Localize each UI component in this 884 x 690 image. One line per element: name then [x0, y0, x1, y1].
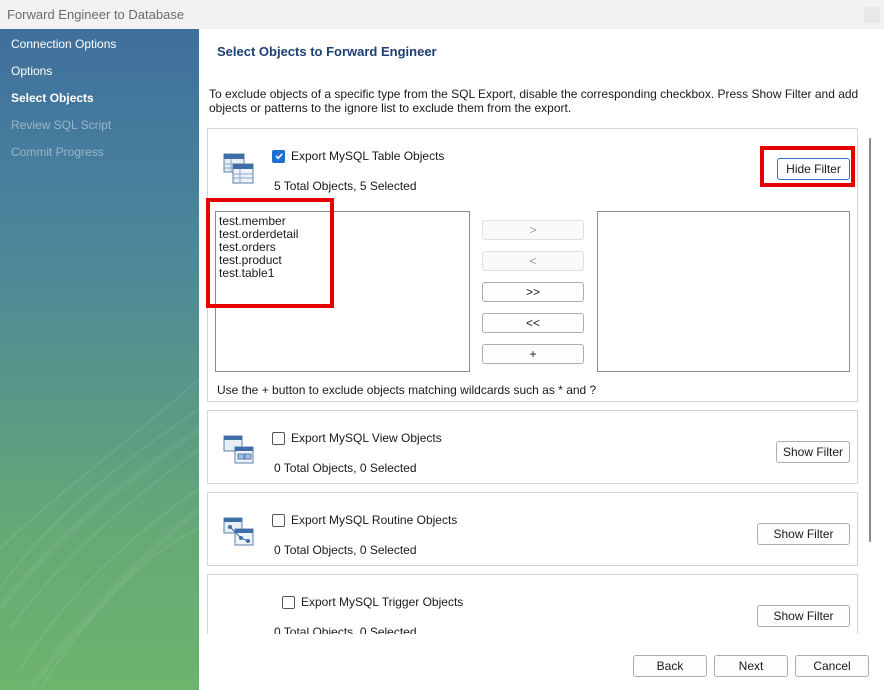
cancel-button[interactable]: Cancel	[795, 655, 869, 677]
sidebar-item-options[interactable]: Options	[11, 64, 52, 78]
trigger-objects-panel: Export MySQL Trigger Objects 0 Total Obj…	[207, 574, 858, 634]
checkmark-icon[interactable]	[272, 149, 285, 163]
sidebar-item-connection-options[interactable]: Connection Options	[11, 37, 116, 51]
trigger-objects-count: 0 Total Objects, 0 Selected	[274, 625, 417, 634]
routine-objects-panel: Export MySQL Routine Objects 0 Total Obj…	[207, 492, 858, 566]
show-filter-routines-button[interactable]: Show Filter	[757, 523, 850, 545]
export-view-objects-checkbox[interactable]: Export MySQL View Objects	[272, 431, 442, 445]
routine-objects-icon	[223, 517, 254, 546]
view-objects-panel: Export MySQL View Objects 0 Total Object…	[207, 410, 858, 484]
export-trigger-objects-checkbox[interactable]: Export MySQL Trigger Objects	[282, 595, 463, 609]
add-wildcard-button[interactable]: +	[482, 344, 584, 364]
table-objects-icon	[223, 153, 254, 184]
back-button[interactable]: Back	[633, 655, 707, 677]
close-window-icon[interactable]	[864, 7, 880, 23]
wizard-sidebar: Connection Options Options Select Object…	[0, 29, 199, 690]
export-table-objects-checkbox[interactable]: Export MySQL Table Objects	[272, 149, 444, 163]
objects-list-highlight	[206, 198, 334, 308]
move-right-button[interactable]: >	[482, 220, 584, 240]
export-table-objects-label: Export MySQL Table Objects	[291, 149, 445, 163]
page-description: To exclude objects of a specific type fr…	[209, 87, 859, 115]
window-title: Forward Engineer to Database	[7, 7, 185, 22]
wildcard-hint: Use the + button to exclude objects matc…	[217, 383, 597, 397]
table-objects-count: 5 Total Objects, 5 Selected	[274, 179, 417, 193]
export-view-objects-label: Export MySQL View Objects	[291, 431, 442, 445]
move-all-right-button[interactable]: >>	[482, 282, 584, 302]
view-objects-count: 0 Total Objects, 0 Selected	[274, 461, 417, 475]
vertical-scrollbar[interactable]	[864, 122, 876, 634]
show-filter-views-button[interactable]: Show Filter	[776, 441, 850, 463]
view-objects-icon	[223, 435, 254, 464]
move-left-button[interactable]: <	[482, 251, 584, 271]
export-routine-objects-label: Export MySQL Routine Objects	[291, 513, 458, 527]
sidebar-item-select-objects[interactable]: Select Objects	[11, 91, 94, 105]
excluded-objects-list[interactable]	[597, 211, 850, 372]
page-title: Select Objects to Forward Engineer	[217, 44, 437, 59]
sidebar-item-review-sql-script: Review SQL Script	[11, 118, 112, 132]
export-trigger-objects-label: Export MySQL Trigger Objects	[301, 595, 464, 609]
next-button[interactable]: Next	[714, 655, 788, 677]
routine-objects-count: 0 Total Objects, 0 Selected	[274, 543, 417, 557]
show-filter-triggers-button[interactable]: Show Filter	[757, 605, 850, 627]
move-all-left-button[interactable]: <<	[482, 313, 584, 333]
title-bar: Forward Engineer to Database	[0, 0, 884, 29]
hide-filter-highlight	[760, 146, 855, 187]
scrollbar-thumb[interactable]	[869, 138, 871, 542]
export-routine-objects-checkbox[interactable]: Export MySQL Routine Objects	[272, 513, 457, 527]
sidebar-item-commit-progress: Commit Progress	[11, 145, 104, 159]
